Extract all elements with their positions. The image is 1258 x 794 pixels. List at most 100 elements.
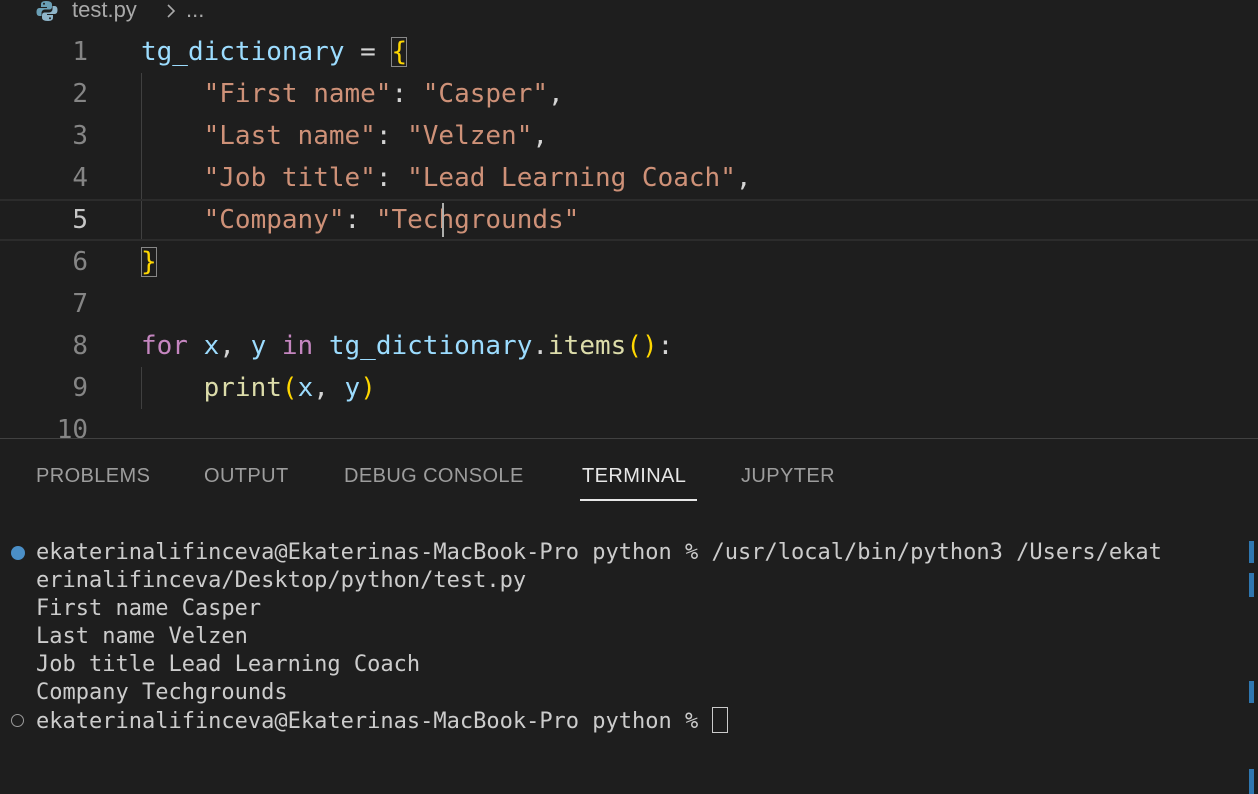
code-token: "Job title" <box>203 163 376 193</box>
code-line[interactable]: 1 tg_dictionary = { <box>0 31 1258 73</box>
code-token: tg_dictionary <box>141 37 345 67</box>
code-token: print <box>203 373 282 403</box>
code-line[interactable]: 4 "Job title": "Lead Learning Coach", <box>0 157 1258 199</box>
breadcrumb-file[interactable]: test.py <box>72 0 137 23</box>
code-line[interactable]: 6} <box>0 241 1258 283</box>
code-token: items <box>548 331 627 361</box>
terminal-prompt-line[interactable]: ekaterinalifinceva@Ekaterinas-MacBook-Pr… <box>36 707 728 736</box>
code-token: = <box>344 37 392 67</box>
chevron-right-icon <box>164 0 178 28</box>
code-token: , <box>532 121 549 151</box>
code-token: for <box>141 331 188 361</box>
code-token: y <box>250 331 267 361</box>
command-status-dot-icon[interactable] <box>11 546 25 560</box>
code-token: , <box>735 163 752 193</box>
code-token: "Lead Learning Coach" <box>407 163 736 193</box>
code-text: print(x, y) <box>141 367 376 409</box>
line-number: 9 <box>72 373 88 403</box>
code-token: "First name" <box>203 79 392 109</box>
code-token: "Velzen" <box>407 121 533 151</box>
code-line[interactable]: 2 "First name": "Casper", <box>0 73 1258 115</box>
code-token: : <box>657 331 674 361</box>
code-line[interactable]: 3 "Last name": "Velzen", <box>0 115 1258 157</box>
code-text: "First name": "Casper", <box>141 73 564 115</box>
code-text: "Company": "Techgrounds" <box>141 199 580 241</box>
terminal-line: ekaterinalifinceva@Ekaterinas-MacBook-Pr… <box>36 540 1162 565</box>
line-number: 2 <box>72 79 88 109</box>
tab-output[interactable]: OUTPUT <box>204 463 289 489</box>
code-token: { <box>391 37 408 67</box>
scrollbar-marker <box>1249 681 1254 703</box>
bottom-panel: PROBLEMS OUTPUT DEBUG CONSOLE TERMINAL J… <box>0 438 1258 794</box>
terminal-line: First name Casper <box>36 596 262 621</box>
scrollbar-marker <box>1249 573 1254 597</box>
terminal-cursor <box>711 707 728 733</box>
command-pending-dot-icon[interactable] <box>11 714 24 727</box>
code-token: , <box>219 331 251 361</box>
line-number: 5 <box>72 205 88 235</box>
terminal-line: erinalifinceva/Desktop/python/test.py <box>36 568 527 593</box>
code-token: "Company" <box>203 205 345 235</box>
code-line[interactable]: 5 "Company": "Techgrounds" <box>0 199 1258 241</box>
code-token: "Casper" <box>422 79 549 109</box>
terminal-prompt: ekaterinalifinceva@Ekaterinas-MacBook-Pr… <box>36 709 712 734</box>
code-token: ) <box>360 373 376 403</box>
tab-debug-console[interactable]: DEBUG CONSOLE <box>344 463 524 489</box>
code-text: tg_dictionary = { <box>141 31 408 73</box>
code-token: "Techgrounds" <box>375 205 580 235</box>
code-token: ( <box>281 373 298 403</box>
line-number: 1 <box>72 37 88 67</box>
line-number: 6 <box>72 247 88 277</box>
line-number: 10 <box>56 415 88 438</box>
code-line[interactable]: 9 print(x, y) <box>0 367 1258 409</box>
code-token: : <box>391 79 423 109</box>
code-text: "Last name": "Velzen", <box>141 115 548 157</box>
code-editor[interactable]: 1 tg_dictionary = {2 "First name": "Caspe… <box>0 31 1258 438</box>
terminal-line: Last name Velzen <box>36 624 248 649</box>
line-number: 7 <box>72 289 88 319</box>
code-text: for x, y in tg_dictionary.items(): <box>141 325 673 367</box>
line-number: 8 <box>72 331 88 361</box>
code-token: y <box>344 373 361 403</box>
code-token: , <box>548 79 564 109</box>
code-token: : <box>375 163 408 193</box>
code-token: : <box>344 205 376 235</box>
code-token: , <box>313 373 345 403</box>
code-token: () <box>626 331 658 361</box>
code-line[interactable]: 7 <box>0 283 1258 325</box>
line-number: 4 <box>72 163 88 193</box>
code-token: x <box>297 373 314 403</box>
text-caret <box>442 203 444 237</box>
code-text: "Job title": "Lead Learning Coach", <box>141 157 752 199</box>
code-token: x <box>203 331 220 361</box>
code-token: "Last name" <box>203 121 376 151</box>
code-token: } <box>141 247 157 277</box>
breadcrumb: test.py ... <box>0 0 1258 24</box>
scrollbar-marker <box>1249 541 1254 563</box>
code-text: } <box>141 241 157 283</box>
code-token: tg_dictionary <box>328 331 533 361</box>
code-token: : <box>375 121 408 151</box>
tab-terminal[interactable]: TERMINAL <box>582 463 686 489</box>
breadcrumb-more[interactable]: ... <box>186 0 204 23</box>
active-tab-indicator <box>580 499 697 501</box>
tab-jupyter[interactable]: JUPYTER <box>741 463 835 489</box>
code-token: . <box>532 331 549 361</box>
terminal-line: Company Techgrounds <box>36 680 288 705</box>
line-number: 3 <box>72 121 88 151</box>
tab-problems[interactable]: PROBLEMS <box>36 463 150 489</box>
python-file-icon <box>36 0 58 28</box>
code-line[interactable]: 8 for x, y in tg_dictionary.items(): <box>0 325 1258 367</box>
scrollbar-marker <box>1249 769 1254 794</box>
terminal-line: Job title Lead Learning Coach <box>36 652 421 677</box>
code-token: in <box>281 331 314 361</box>
code-line[interactable]: 10 <box>0 409 1258 438</box>
